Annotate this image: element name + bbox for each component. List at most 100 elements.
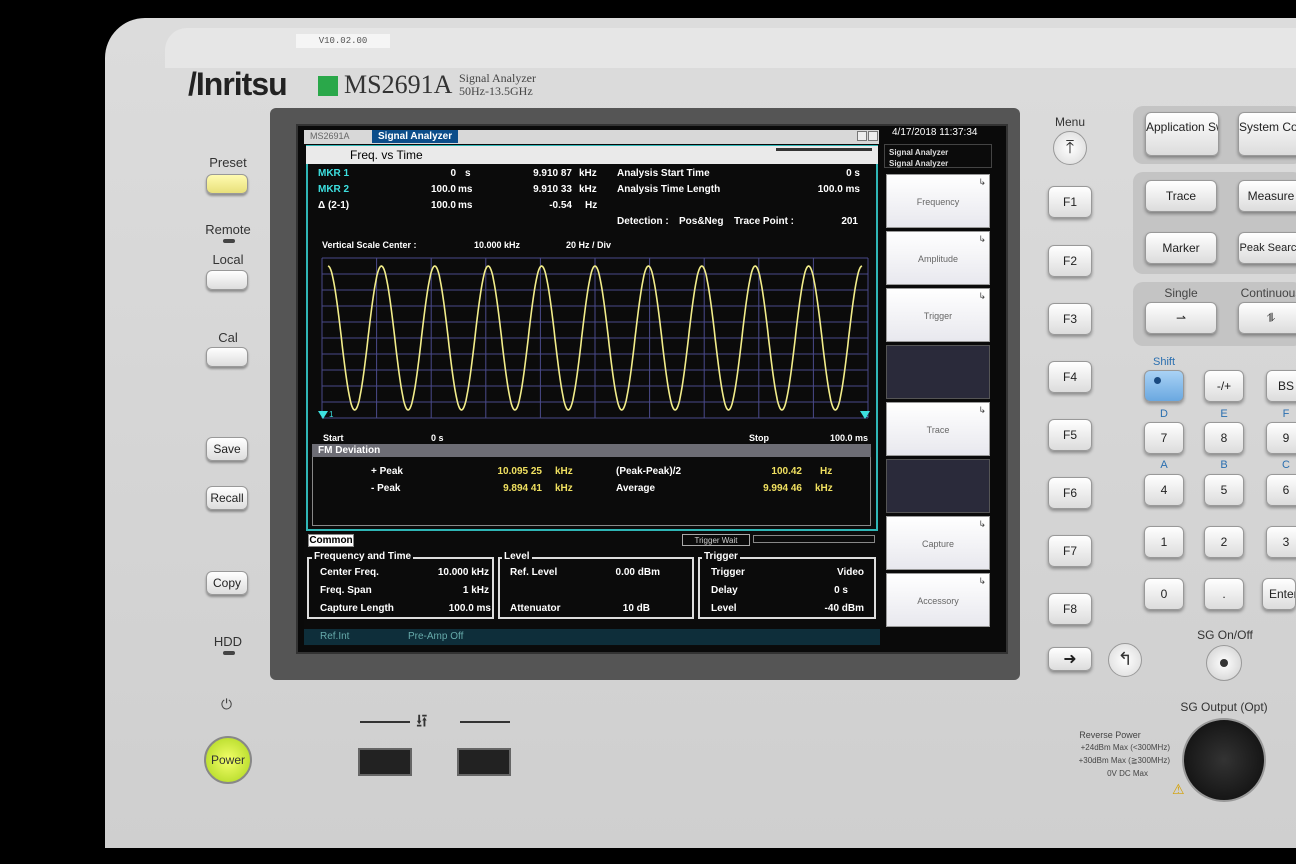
recall-button[interactable]: Recall <box>206 486 248 510</box>
softkey-trace[interactable]: Trace <box>886 383 990 456</box>
average-label: Average <box>616 483 656 494</box>
cal-label: Cal <box>218 330 238 345</box>
minus-peak-label: - Peak <box>371 483 401 494</box>
attenuator-value[interactable]: 10 dB <box>590 603 650 614</box>
key-2[interactable]: 2 <box>1204 526 1244 558</box>
f4-button[interactable]: F4 <box>1048 361 1092 393</box>
f2-button[interactable]: F2 <box>1048 245 1092 277</box>
delta-time-unit: ms <box>458 200 473 211</box>
cal-button[interactable] <box>206 347 248 367</box>
version-label: V10.02.00 <box>296 34 390 48</box>
menu-top-icon[interactable]: ⤒ <box>1053 131 1087 165</box>
sg-output-label: SG Output (Opt) <box>1180 700 1268 714</box>
mkr2-freq: 9.910 33 <box>533 184 572 195</box>
f1-button[interactable]: F1 <box>1048 186 1092 218</box>
softkey-frequency[interactable]: Frequency <box>886 155 990 228</box>
softkey-amplitude[interactable]: Amplitude <box>886 212 990 285</box>
titlebar-app: MS2691A <box>310 131 350 141</box>
trace-point-value: 201 <box>841 216 858 227</box>
plus-peak-unit: kHz <box>555 466 573 477</box>
softkey-accessory[interactable]: Accessory <box>886 554 990 627</box>
single-sweep-icon: ⇀ <box>1175 311 1187 325</box>
key-7[interactable]: 7 <box>1144 422 1184 454</box>
hex-c-label: C <box>1282 459 1290 471</box>
peak-search-button[interactable]: Peak Search <box>1238 232 1296 264</box>
reverse-power-title: Reverse Power <box>1079 730 1141 740</box>
svg-text:⭿: ⭿ <box>416 711 428 730</box>
softkey-capture[interactable]: Capture <box>886 497 990 570</box>
mkr2-time-unit: ms <box>458 184 473 195</box>
plusminus-button[interactable]: -/+ <box>1204 370 1244 402</box>
softkey-empty-6 <box>886 459 990 513</box>
mkr2-time: 100.0 <box>430 184 456 195</box>
trace-button[interactable]: Trace <box>1145 180 1217 212</box>
shift-label: Shift <box>1152 356 1175 368</box>
freq-span-value[interactable]: 1 kHz <box>410 585 489 596</box>
system-config-button[interactable]: System Config <box>1238 112 1296 156</box>
usb-port-2[interactable] <box>457 748 511 776</box>
key-decimal[interactable]: . <box>1204 578 1244 610</box>
sg-onoff-button[interactable] <box>1206 645 1242 681</box>
trigger-progress-bar <box>753 535 875 543</box>
key-8[interactable]: 8 <box>1204 422 1244 454</box>
softkey-trigger[interactable]: Trigger <box>886 269 990 342</box>
f8-button[interactable]: F8 <box>1048 593 1092 625</box>
shift-button[interactable] <box>1144 370 1184 402</box>
window-titlebar: MS2691A Signal Analyzer <box>304 130 879 144</box>
save-button[interactable]: Save <box>206 437 248 461</box>
key-3[interactable]: 3 <box>1266 526 1296 558</box>
trigger-title: Trigger <box>702 551 740 562</box>
average-unit: kHz <box>815 483 833 494</box>
marker-button[interactable]: Marker <box>1145 232 1217 264</box>
minimize-icon[interactable] <box>857 131 867 141</box>
brand-logo: /Inritsu <box>188 66 288 102</box>
usb-port-1[interactable] <box>358 748 412 776</box>
continuous-sweep-button[interactable]: ⥮ <box>1238 302 1296 334</box>
ref-level-value[interactable]: 0.00 dBm <box>590 567 660 578</box>
key-1[interactable]: 1 <box>1144 526 1184 558</box>
detection-value: Pos&Neg <box>679 216 724 227</box>
marker-2-label: 2 <box>864 410 869 419</box>
pp2-label: (Peak-Peak)/2 <box>616 466 682 477</box>
trigger-value[interactable]: Video <box>800 567 864 578</box>
progress-indicator <box>776 148 872 151</box>
measure-button[interactable]: Measure <box>1238 180 1296 212</box>
power-button[interactable]: Power <box>204 736 252 784</box>
sg-onoff-label: SG On/Off <box>1197 628 1253 642</box>
model-name: MS2691A <box>344 70 453 99</box>
common-tab[interactable]: Common <box>308 534 354 547</box>
trigger-level-value[interactable]: -40 dBm <box>800 603 864 614</box>
key-4[interactable]: 4 <box>1144 474 1184 506</box>
f3-button[interactable]: F3 <box>1048 303 1092 335</box>
grid <box>321 257 869 419</box>
key-0[interactable]: 0 <box>1144 578 1184 610</box>
trace-plot: 1 2 <box>318 257 870 419</box>
next-arrow-icon[interactable]: ➜ <box>1048 647 1092 671</box>
continuous-sweep-icon: ⥮ <box>1266 311 1276 325</box>
restore-icon[interactable] <box>868 131 878 141</box>
copy-button[interactable]: Copy <box>206 571 248 595</box>
delay-value[interactable]: 0 s <box>800 585 848 596</box>
ref-level-label: Ref. Level <box>510 567 558 578</box>
key-9[interactable]: 9 <box>1266 422 1296 454</box>
mkr2-freq-unit: kHz <box>579 184 597 195</box>
f5-button[interactable]: F5 <box>1048 419 1092 451</box>
titlebar-title: Signal Analyzer <box>372 130 459 143</box>
return-icon[interactable]: ↰ <box>1108 643 1142 677</box>
enter-button[interactable]: Enter <box>1262 578 1296 610</box>
key-5[interactable]: 5 <box>1204 474 1244 506</box>
preset-button[interactable] <box>206 174 248 194</box>
backspace-button[interactable]: BS <box>1266 370 1296 402</box>
key-6[interactable]: 6 <box>1266 474 1296 506</box>
local-button[interactable] <box>206 270 248 290</box>
capture-length-value[interactable]: 100.0 ms <box>410 603 491 614</box>
f7-button[interactable]: F7 <box>1048 535 1092 567</box>
f6-button[interactable]: F6 <box>1048 477 1092 509</box>
remote-led-icon <box>223 239 235 243</box>
mkr2-label: MKR 2 <box>318 184 350 195</box>
center-freq-value[interactable]: 10.000 kHz <box>410 567 489 578</box>
application-switch-button[interactable]: Application Switch <box>1145 112 1219 156</box>
hex-d-label: D <box>1160 408 1168 420</box>
analysis-length-value: 100.0 ms <box>817 184 860 195</box>
single-sweep-button[interactable]: ⇀ <box>1145 302 1217 334</box>
